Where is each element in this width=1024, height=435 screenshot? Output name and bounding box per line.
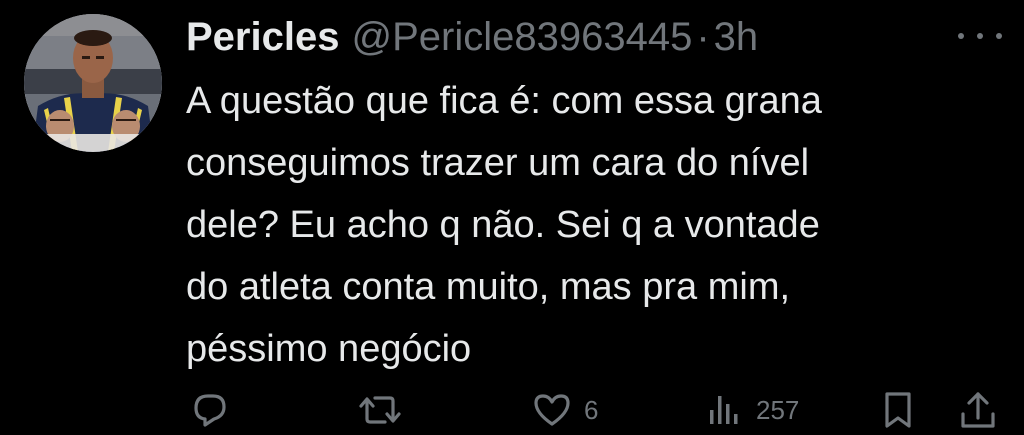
reply-icon: [194, 394, 226, 427]
reply-button[interactable]: [188, 388, 232, 432]
more-dot: [958, 33, 964, 39]
retweet-icon: [359, 396, 401, 424]
avatar[interactable]: [24, 14, 162, 152]
more-icon[interactable]: [958, 26, 1002, 46]
bookmark-button[interactable]: [876, 388, 920, 432]
tweet-text: A questão que fica é: com essa grana con…: [186, 80, 822, 370]
more-dot: [977, 33, 983, 39]
more-dot: [996, 33, 1002, 39]
separator-dot: ·: [696, 15, 710, 59]
bookmark-icon: [885, 392, 911, 428]
share-button[interactable]: [956, 388, 1000, 432]
retweet-button[interactable]: [358, 388, 402, 432]
views-icon: [710, 396, 738, 424]
share-icon: [961, 392, 995, 428]
user-handle[interactable]: @Pericle83963445: [351, 12, 692, 62]
tweet: Pericles @Pericle83963445 · 3h A questão…: [0, 0, 1024, 435]
avatar-photo: [24, 14, 162, 152]
tweet-header: Pericles @Pericle83963445 · 3h: [186, 12, 758, 62]
views-button[interactable]: 257: [702, 388, 799, 432]
timestamp[interactable]: 3h: [714, 12, 759, 62]
action-bar: 6 257: [186, 388, 1006, 432]
like-count: 6: [584, 394, 599, 425]
like-button[interactable]: 6: [530, 388, 598, 432]
display-name[interactable]: Pericles: [186, 12, 339, 62]
view-count: 257: [756, 394, 800, 425]
heart-icon: [534, 394, 570, 426]
